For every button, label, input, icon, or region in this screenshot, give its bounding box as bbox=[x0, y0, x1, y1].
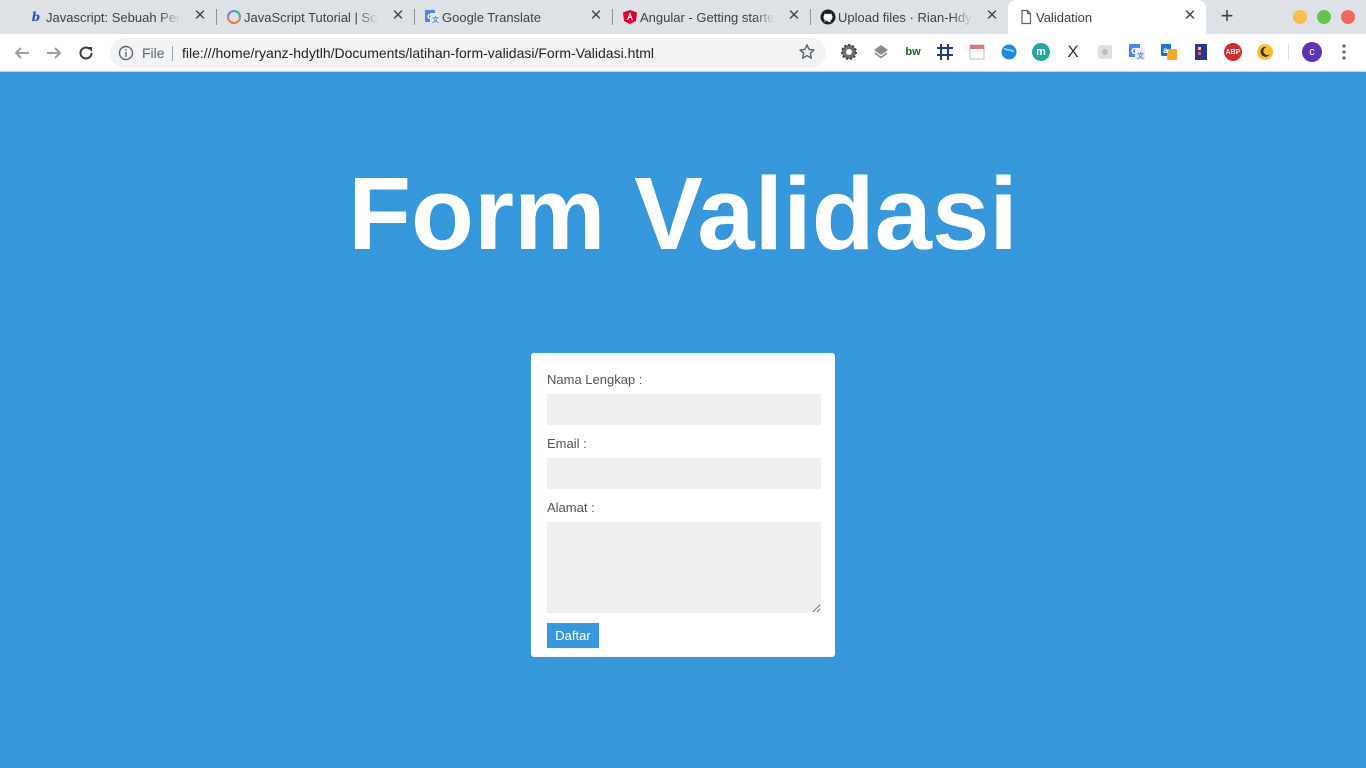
reload-icon bbox=[79, 46, 93, 60]
profile-avatar[interactable]: c bbox=[1302, 42, 1322, 62]
adblock-ext-icon[interactable]: ABP bbox=[1224, 43, 1242, 61]
close-tab-icon[interactable]: ✕ bbox=[1182, 8, 1198, 24]
scheme-label: File bbox=[142, 45, 165, 61]
m-ext-icon[interactable]: m bbox=[1032, 43, 1050, 61]
globe-ext-icon[interactable] bbox=[1000, 43, 1018, 61]
tab-google-translate[interactable]: G文 Google Translate ✕ bbox=[414, 0, 613, 34]
svg-text:文: 文 bbox=[432, 15, 440, 24]
close-tab-icon[interactable]: ✕ bbox=[786, 8, 802, 24]
tab-title: JavaScript Tutorial | SoloLearn bbox=[244, 9, 378, 25]
svg-text:文: 文 bbox=[1137, 51, 1145, 60]
tab-validation[interactable]: Validation ✕ bbox=[1008, 0, 1206, 34]
back-button[interactable] bbox=[10, 41, 34, 65]
address-label: Alamat : bbox=[547, 500, 595, 515]
b-logo-icon: b bbox=[31, 10, 41, 24]
name-input[interactable] bbox=[547, 394, 821, 425]
puzzle-ext-icon[interactable] bbox=[1096, 43, 1114, 61]
bookmark-star-icon[interactable] bbox=[798, 43, 816, 61]
omnibox-divider bbox=[172, 46, 173, 61]
tab-title: Javascript: Sebuah Pembelajaran bbox=[46, 9, 180, 25]
angular-icon bbox=[622, 9, 638, 25]
settings-gear-ext-icon[interactable] bbox=[840, 43, 858, 61]
tag-ext-icon[interactable] bbox=[1192, 43, 1210, 61]
arrow-left-icon bbox=[14, 47, 29, 59]
translate-ext-icon[interactable]: G文 bbox=[1128, 43, 1146, 61]
email-label: Email : bbox=[547, 436, 587, 451]
sololearn-icon bbox=[226, 9, 242, 25]
close-tab-icon[interactable]: ✕ bbox=[192, 8, 208, 24]
github-icon bbox=[820, 9, 836, 25]
tab-title: Validation bbox=[1036, 9, 1093, 25]
tab-title: Upload files · Rian-Hdytlh bbox=[838, 9, 972, 25]
browser-toolbar: File file:///home/ryanz-hdytlh/Documents… bbox=[0, 34, 1366, 72]
new-tab-button[interactable]: + bbox=[1214, 5, 1240, 29]
tab-title: Google Translate bbox=[442, 9, 542, 25]
bw-ext-icon[interactable]: bw bbox=[904, 43, 922, 61]
x-ext-icon[interactable]: X bbox=[1064, 42, 1082, 61]
tab-strip: b Javascript: Sebuah Pembelajaran ✕ Java… bbox=[0, 0, 1366, 34]
toolbar-divider bbox=[1288, 44, 1289, 60]
url-text[interactable]: file:///home/ryanz-hdytlh/Documents/lati… bbox=[182, 45, 654, 61]
arrow-right-icon bbox=[47, 47, 62, 59]
svg-text:a: a bbox=[1163, 46, 1168, 55]
moon-ext-icon[interactable] bbox=[1256, 43, 1274, 61]
tab-angular[interactable]: Angular - Getting started ✕ bbox=[612, 0, 811, 34]
more-menu-icon[interactable] bbox=[1340, 43, 1348, 61]
minimize-window-button[interactable] bbox=[1293, 10, 1307, 24]
maximize-window-button[interactable] bbox=[1317, 10, 1331, 24]
page-title: Form Validasi bbox=[348, 156, 1018, 271]
address-textarea[interactable] bbox=[547, 522, 821, 613]
tab-javascript-pembelajaran[interactable]: b Javascript: Sebuah Pembelajaran ✕ bbox=[18, 0, 217, 34]
dictionary-ext-icon[interactable]: a bbox=[1160, 43, 1178, 61]
registration-form: Nama Lengkap : Email : Alamat : Daftar bbox=[531, 353, 835, 657]
forward-button[interactable] bbox=[42, 41, 66, 65]
google-translate-icon: G文 bbox=[424, 9, 440, 25]
close-tab-icon[interactable]: ✕ bbox=[984, 8, 1000, 24]
tab-sololearn[interactable]: JavaScript Tutorial | SoloLearn ✕ bbox=[216, 0, 415, 34]
email-input[interactable] bbox=[547, 458, 821, 489]
grid-ext-icon[interactable] bbox=[936, 43, 954, 61]
address-bar[interactable]: File file:///home/ryanz-hdytlh/Documents… bbox=[110, 38, 826, 68]
reload-button[interactable] bbox=[74, 41, 98, 65]
close-tab-icon[interactable]: ✕ bbox=[588, 8, 604, 24]
tab-github-upload[interactable]: Upload files · Rian-Hdytlh ✕ bbox=[810, 0, 1009, 34]
close-tab-icon[interactable]: ✕ bbox=[390, 8, 406, 24]
tab-title: Angular - Getting started bbox=[640, 9, 774, 25]
submit-button[interactable]: Daftar bbox=[547, 623, 599, 648]
name-label: Nama Lengkap : bbox=[547, 372, 643, 387]
layers-ext-icon[interactable] bbox=[872, 43, 890, 61]
calendar-ext-icon[interactable] bbox=[968, 43, 986, 61]
document-icon bbox=[1018, 9, 1034, 25]
info-icon[interactable] bbox=[118, 45, 134, 61]
close-window-button[interactable] bbox=[1341, 10, 1355, 24]
